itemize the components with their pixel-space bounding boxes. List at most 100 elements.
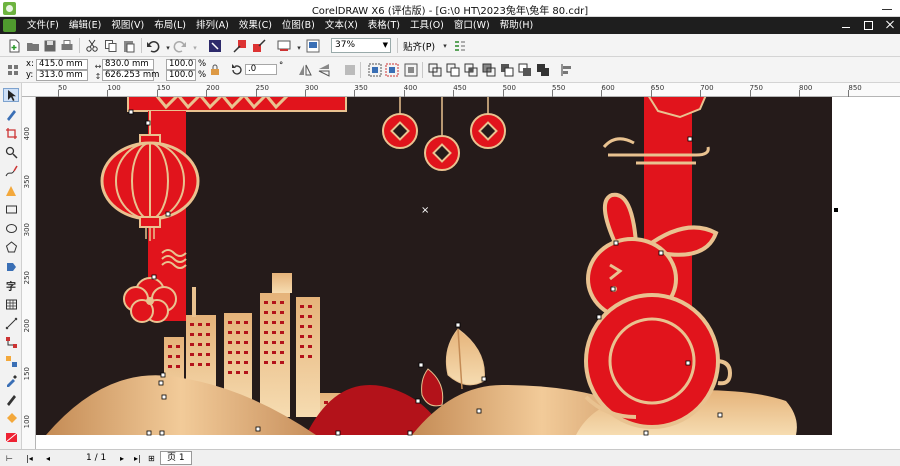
- front-minus-back-icon[interactable]: [499, 62, 515, 78]
- standard-toolbar: ▾ ▾ ▾ 37% ▼ 贴齐(P) ▾: [0, 34, 900, 57]
- fill-tool-icon[interactable]: [3, 411, 19, 425]
- polygon-tool-icon[interactable]: [3, 240, 19, 254]
- save-icon[interactable]: [42, 38, 58, 54]
- print-icon[interactable]: [59, 38, 75, 54]
- new-document-icon[interactable]: [6, 38, 22, 54]
- title-banner: [127, 97, 347, 112]
- menu-table[interactable]: 表格(T): [363, 17, 405, 34]
- page-nav-first-icon[interactable]: ⊢: [6, 452, 13, 465]
- menu-layout[interactable]: 布局(L): [149, 17, 191, 34]
- cut-icon[interactable]: [84, 38, 100, 54]
- connector-tool-icon[interactable]: [3, 335, 19, 349]
- page-nav-prev-icon[interactable]: ◂: [46, 452, 50, 465]
- scale-x-field[interactable]: 100.0: [166, 59, 196, 70]
- shape-tool-icon[interactable]: [3, 107, 19, 121]
- outline-pen-icon[interactable]: [3, 392, 19, 406]
- doc-close-icon[interactable]: [884, 19, 896, 31]
- publish-pdf-icon[interactable]: [276, 38, 292, 54]
- interactive-fill-icon[interactable]: [3, 430, 19, 444]
- eyedropper-tool-icon[interactable]: [3, 373, 19, 387]
- object-width-field[interactable]: 830.0 mm: [102, 59, 154, 70]
- menu-file[interactable]: 文件(F): [22, 17, 64, 34]
- scale-x-percent: %: [198, 59, 207, 69]
- menu-text[interactable]: 文本(X): [320, 17, 363, 34]
- open-icon[interactable]: [25, 38, 41, 54]
- add-page-icon[interactable]: ⊞: [148, 452, 155, 465]
- back-minus-front-icon[interactable]: [517, 62, 533, 78]
- scale-y-field[interactable]: 100.0: [166, 70, 196, 81]
- page-nav-end-icon[interactable]: ▸|: [134, 452, 141, 465]
- ruler-h-label: 300: [305, 84, 319, 92]
- weld-icon[interactable]: [427, 62, 443, 78]
- intersect-icon[interactable]: [463, 62, 479, 78]
- minimize-icon[interactable]: [882, 3, 892, 13]
- wrap-text-icon[interactable]: [342, 62, 358, 78]
- ruler-v-label: 350: [23, 175, 31, 189]
- menu-edit[interactable]: 编辑(E): [64, 17, 106, 34]
- create-boundary-icon[interactable]: [535, 62, 551, 78]
- freehand-tool-icon[interactable]: [3, 164, 19, 178]
- toolbox: 字: [0, 83, 22, 453]
- rectangle-tool-icon[interactable]: [3, 202, 19, 216]
- paste-icon[interactable]: [121, 38, 137, 54]
- x-position-field[interactable]: 415.0 mm: [36, 59, 88, 70]
- undo-icon[interactable]: [145, 38, 161, 54]
- page-nav-start-icon[interactable]: |◂: [26, 452, 33, 465]
- page-nav-next-icon[interactable]: ▸: [120, 452, 124, 465]
- align-distribute-icon[interactable]: [559, 62, 575, 78]
- ruler-v-label: 150: [23, 367, 31, 381]
- menu-tools[interactable]: 工具(O): [405, 17, 449, 34]
- application-launcher-icon[interactable]: [305, 38, 321, 54]
- window-title: CorelDRAW X6 (评估版) - [G:\0 HT\2023兔年\兔年 …: [311, 6, 589, 17]
- simplify-icon[interactable]: [481, 62, 497, 78]
- parallel-dimension-icon[interactable]: [3, 316, 19, 330]
- redo-dropdown-icon[interactable]: ▾: [187, 40, 203, 56]
- menu-view[interactable]: 视图(V): [106, 17, 149, 34]
- artwork: ×: [36, 97, 900, 453]
- horizontal-ruler[interactable]: 50 100 150 200 250 300 350 400 450 500 550 600 650 70…: [22, 83, 900, 97]
- ruler-v-label: 400: [23, 127, 31, 141]
- page-edge-handle[interactable]: [834, 208, 838, 212]
- snap-dropdown-icon[interactable]: ▾: [437, 38, 453, 54]
- ungroup-icon[interactable]: [384, 62, 400, 78]
- menu-window[interactable]: 窗口(W): [449, 17, 495, 34]
- ellipse-tool-icon[interactable]: [3, 221, 19, 235]
- options-icon[interactable]: [452, 38, 468, 54]
- menu-effects[interactable]: 效果(C): [234, 17, 277, 34]
- zoom-tool-icon[interactable]: [3, 145, 19, 159]
- vertical-ruler[interactable]: 40035030025020015010050: [22, 97, 36, 466]
- mirror-horizontal-icon[interactable]: [297, 62, 313, 78]
- blend-tool-icon[interactable]: [3, 354, 19, 368]
- pick-tool-icon[interactable]: [3, 88, 19, 102]
- menu-help[interactable]: 帮助(H): [495, 17, 539, 34]
- table-tool-icon[interactable]: [3, 297, 19, 311]
- zoom-level-select[interactable]: 37% ▼: [331, 38, 391, 53]
- doc-restore-icon[interactable]: [862, 19, 874, 31]
- basic-shapes-icon[interactable]: [3, 259, 19, 273]
- search-content-icon[interactable]: [207, 38, 223, 54]
- trim-icon[interactable]: [445, 62, 461, 78]
- menu-bitmaps[interactable]: 位图(B): [277, 17, 320, 34]
- redo-icon[interactable]: [172, 38, 188, 54]
- crop-tool-icon[interactable]: [3, 126, 19, 140]
- text-tool-icon[interactable]: 字: [3, 278, 19, 293]
- group-icon[interactable]: [367, 62, 383, 78]
- document-icon[interactable]: [3, 19, 16, 32]
- object-height-field[interactable]: 626.253 mm: [102, 70, 159, 81]
- mirror-vertical-icon[interactable]: [316, 62, 332, 78]
- snap-to-button[interactable]: 贴齐(P): [403, 39, 435, 53]
- import-icon[interactable]: [232, 38, 248, 54]
- menu-arrange[interactable]: 排列(A): [191, 17, 234, 34]
- drawing-canvas[interactable]: ×: [36, 97, 900, 453]
- lock-ratio-icon[interactable]: [207, 62, 223, 78]
- page-origin-icon[interactable]: [5, 62, 21, 78]
- export-icon[interactable]: [251, 38, 267, 54]
- doc-minimize-icon[interactable]: [840, 19, 852, 31]
- y-position-field[interactable]: 313.0 mm: [36, 70, 88, 81]
- smart-fill-icon[interactable]: [3, 183, 19, 197]
- copy-icon[interactable]: [103, 38, 119, 54]
- property-bar: x: 415.0 mm y: 313.0 mm ↔ 830.0 mm ↕ 626…: [0, 57, 900, 83]
- rotation-angle-field[interactable]: .0: [245, 64, 277, 75]
- ungroup-all-icon[interactable]: [403, 62, 419, 78]
- page-tab[interactable]: 页 1: [160, 451, 192, 465]
